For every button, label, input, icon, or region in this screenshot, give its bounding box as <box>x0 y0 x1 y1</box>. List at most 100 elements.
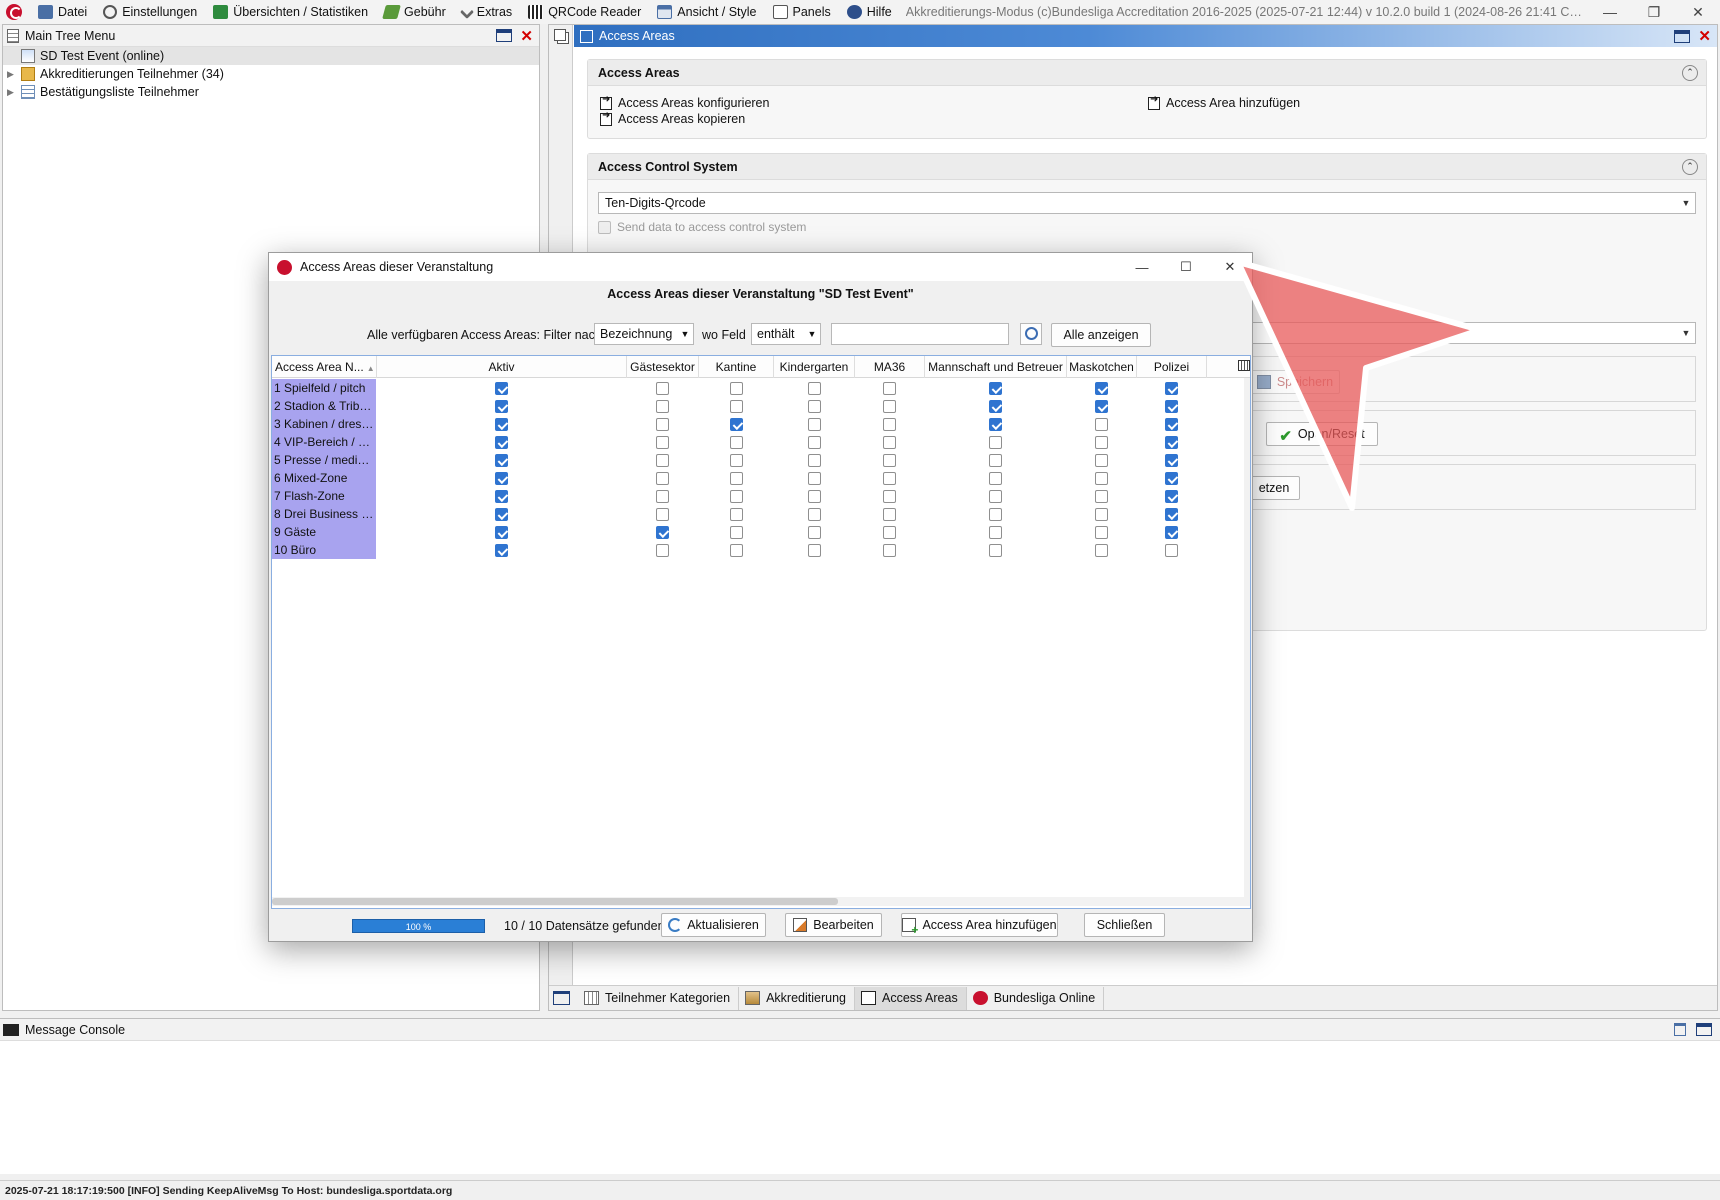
copy-access-areas-link[interactable]: Access Areas kopieren <box>600 110 745 126</box>
checkbox-col-4[interactable] <box>808 508 821 521</box>
checkbox-col-6[interactable] <box>989 508 1002 521</box>
checkbox-col-3[interactable] <box>730 382 743 395</box>
checkbox-col-4[interactable] <box>808 472 821 485</box>
open-reset-button[interactable]: ✔ Open/Reset <box>1266 422 1378 446</box>
checkbox-col-4[interactable] <box>808 490 821 503</box>
secondary-select[interactable]: ▼ <box>1238 322 1696 344</box>
checkbox-aktiv[interactable] <box>495 454 508 467</box>
checkbox-col-4[interactable] <box>808 526 821 539</box>
tab-bundesliga-online[interactable]: Bundesliga Online <box>967 986 1105 1010</box>
dialog-maximize-button[interactable]: ☐ <box>1164 259 1208 275</box>
access-area-name-cell[interactable]: 5 Presse / media tribune <box>272 451 376 469</box>
collapse-icon[interactable]: ⌃ <box>1682 158 1698 175</box>
table-row[interactable]: 4 VIP-Bereich / VIP area <box>272 433 1247 451</box>
checkbox-col-8[interactable] <box>1165 400 1178 413</box>
tab-akkreditierung[interactable]: Akkreditierung <box>739 986 855 1010</box>
reset-button[interactable]: etzen <box>1248 476 1300 500</box>
menu-einstellungen[interactable]: Einstellungen <box>95 1 205 23</box>
checkbox-col-6[interactable] <box>989 436 1002 449</box>
access-area-name-cell[interactable]: 9 Gäste <box>272 523 376 541</box>
checkbox-col-2[interactable] <box>656 472 669 485</box>
checkbox-col-8[interactable] <box>1165 472 1178 485</box>
access-area-name-cell[interactable]: 3 Kabinen / dressing rooms <box>272 415 376 433</box>
checkbox-col-7[interactable] <box>1095 490 1108 503</box>
checkbox-col-7[interactable] <box>1095 454 1108 467</box>
menu-qrcode-reader[interactable]: QRCode Reader <box>520 1 649 23</box>
expand-arrow-icon[interactable]: ▶ <box>7 69 17 80</box>
checkbox-col-5[interactable] <box>883 472 896 485</box>
close-panel-icon[interactable]: ✕ <box>520 27 533 45</box>
checkbox-col-7[interactable] <box>1095 382 1108 395</box>
checkbox-col-2[interactable] <box>656 418 669 431</box>
save-button[interactable]: Speichern <box>1250 370 1340 394</box>
checkbox-col-4[interactable] <box>808 436 821 449</box>
trash-icon[interactable] <box>1674 1023 1686 1036</box>
checkbox-col-8[interactable] <box>1165 382 1178 395</box>
table-row[interactable]: 2 Stadion & Tribüne <box>272 397 1247 415</box>
tree-item-akkreditierungen[interactable]: ▶ Akkreditierungen Teilnehmer (34) <box>3 65 539 83</box>
checkbox-col-5[interactable] <box>883 382 896 395</box>
checkbox-col-6[interactable] <box>989 490 1002 503</box>
checkbox-col-6[interactable] <box>989 418 1002 431</box>
menu-hilfe[interactable]: Hilfe <box>839 1 900 23</box>
checkbox-col-6[interactable] <box>989 454 1002 467</box>
filter-search-input[interactable] <box>831 323 1009 345</box>
close-panel-icon[interactable]: ✕ <box>1698 27 1711 45</box>
checkbox-col-4[interactable] <box>808 454 821 467</box>
grid-header-col-7[interactable]: Maskotchen <box>1067 356 1137 378</box>
checkbox-col-2[interactable] <box>656 526 669 539</box>
checkbox-col-7[interactable] <box>1095 526 1108 539</box>
grid-header-col-6[interactable]: Mannschaft und Betreuer <box>925 356 1067 378</box>
checkbox-col-3[interactable] <box>730 400 743 413</box>
checkbox-col-3[interactable] <box>730 472 743 485</box>
checkbox-aktiv[interactable] <box>495 508 508 521</box>
grid-header-name[interactable]: Access Area N... ▲ <box>272 356 377 378</box>
refresh-button[interactable]: Aktualisieren <box>661 913 766 937</box>
checkbox-col-8[interactable] <box>1165 526 1178 539</box>
expand-arrow-icon[interactable]: ▶ <box>7 87 17 98</box>
checkbox-col-4[interactable] <box>808 418 821 431</box>
maximize-panel-icon[interactable] <box>1674 29 1691 43</box>
table-row[interactable]: 3 Kabinen / dressing rooms <box>272 415 1247 433</box>
checkbox-col-5[interactable] <box>883 436 896 449</box>
tree-item-event[interactable]: SD Test Event (online) <box>3 47 539 65</box>
maximize-panel-icon[interactable] <box>496 29 513 42</box>
dialog-minimize-button[interactable]: — <box>1120 260 1164 275</box>
access-area-name-cell[interactable]: 1 Spielfeld / pitch <box>272 379 376 397</box>
checkbox-col-4[interactable] <box>808 544 821 557</box>
grid-header-col-2[interactable]: Gästesektor <box>627 356 699 378</box>
close-dialog-button[interactable]: Schließen <box>1084 913 1165 937</box>
collapse-icon[interactable]: ⌃ <box>1682 64 1698 81</box>
checkbox-col-4[interactable] <box>808 382 821 395</box>
access-area-name-cell[interactable]: 6 Mixed-Zone <box>272 469 376 487</box>
checkbox-col-7[interactable] <box>1095 436 1108 449</box>
checkbox-col-5[interactable] <box>883 544 896 557</box>
horizontal-scrollbar[interactable] <box>272 897 1244 906</box>
access-area-name-cell[interactable]: 4 VIP-Bereich / VIP area <box>272 433 376 451</box>
menu-uebersichten[interactable]: Übersichten / Statistiken <box>205 1 376 23</box>
table-row[interactable]: 6 Mixed-Zone <box>272 469 1247 487</box>
checkbox-col-7[interactable] <box>1095 508 1108 521</box>
column-chooser-icon[interactable] <box>1238 360 1250 371</box>
copy-icon[interactable] <box>554 29 566 41</box>
checkbox-col-5[interactable] <box>883 454 896 467</box>
checkbox-col-7[interactable] <box>1095 400 1108 413</box>
add-access-area-link[interactable]: Access Area hinzufügen <box>1148 94 1300 110</box>
checkbox-col-6[interactable] <box>989 382 1002 395</box>
table-row[interactable]: 8 Drei Business Lounge <box>272 505 1247 523</box>
minimize-button[interactable]: — <box>1588 4 1632 20</box>
access-area-name-cell[interactable]: 2 Stadion & Tribüne <box>272 397 376 415</box>
table-row[interactable]: 7 Flash-Zone <box>272 487 1247 505</box>
checkbox-col-3[interactable] <box>730 454 743 467</box>
menu-extras[interactable]: Extras <box>454 1 520 23</box>
configure-access-areas-link[interactable]: Access Areas konfigurieren <box>600 94 769 110</box>
dialog-close-button[interactable]: ✕ <box>1208 259 1252 275</box>
access-area-name-cell[interactable]: 8 Drei Business Lounge <box>272 505 376 523</box>
table-row[interactable]: 9 Gäste <box>272 523 1247 541</box>
checkbox-aktiv[interactable] <box>495 382 508 395</box>
checkbox-col-2[interactable] <box>656 544 669 557</box>
edit-button[interactable]: Bearbeiten <box>785 913 882 937</box>
grid-header-col-5[interactable]: MA36 <box>855 356 925 378</box>
checkbox-col-2[interactable] <box>656 400 669 413</box>
menu-gebuehr[interactable]: Gebühr <box>376 1 454 23</box>
